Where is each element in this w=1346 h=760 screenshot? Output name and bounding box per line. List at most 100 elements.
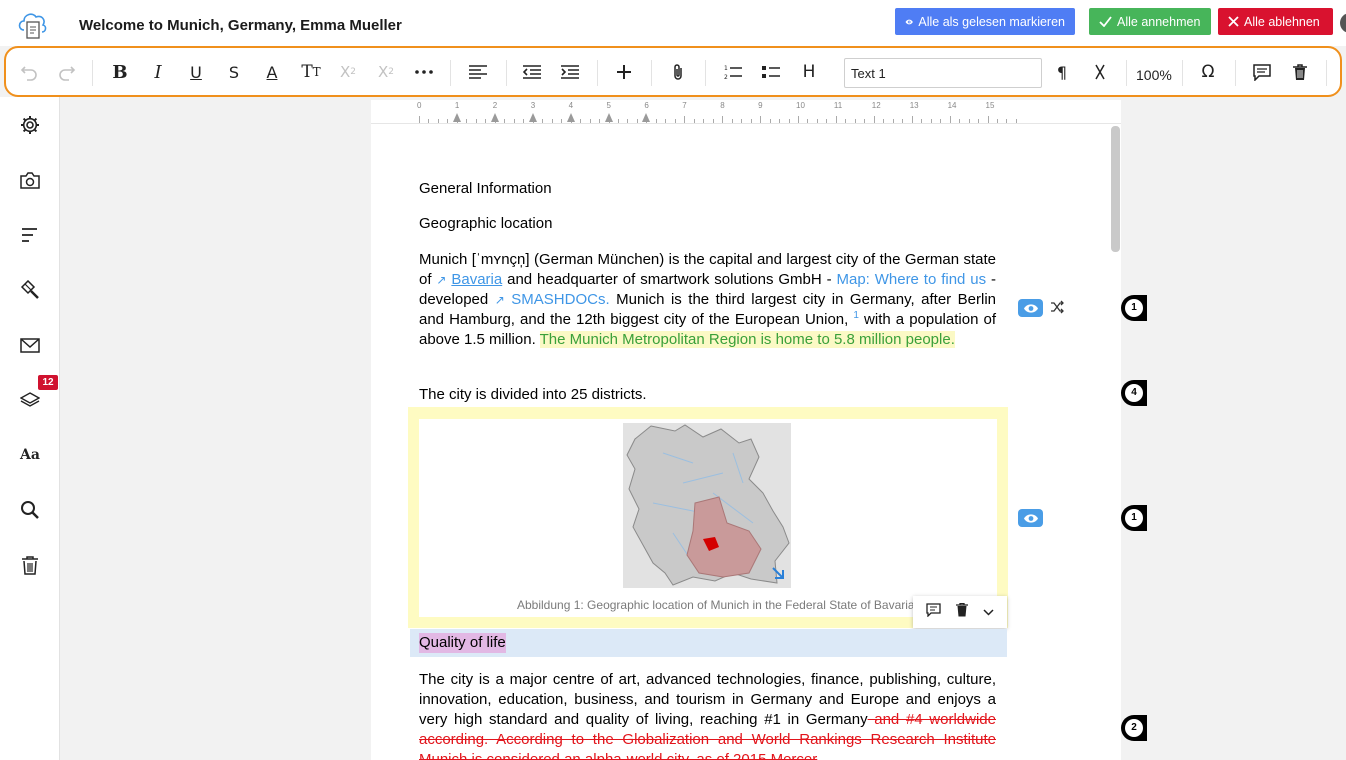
ruler-tick: [684, 116, 686, 123]
paragraph-style-select[interactable]: Text 1: [844, 58, 1042, 88]
more-icon[interactable]: [413, 60, 435, 84]
link-smashdocs[interactable]: SMASHDOCs.: [511, 291, 609, 308]
app-header: Welcome to Munich, Germany, Emma Mueller…: [0, 0, 1346, 46]
ruler-tick: [447, 119, 449, 123]
layers-count-badge: 12: [38, 375, 58, 390]
layers-icon[interactable]: [19, 389, 41, 411]
paragraph-munich-intro[interactable]: Munich [ˈmʏnçn̩] (German München) is the…: [419, 250, 996, 350]
shuffle-icon[interactable]: [1050, 300, 1064, 319]
link-map-where-to-find-us[interactable]: Map: Where to find us: [836, 271, 986, 288]
pilcrow-icon[interactable]: ¶: [1051, 60, 1073, 84]
ruler-tick: [930, 119, 932, 123]
zoom-level[interactable]: 100%: [1136, 67, 1172, 83]
trash-icon[interactable]: [19, 554, 41, 576]
reject-all-button[interactable]: Alle ablehnen: [1218, 8, 1333, 35]
ruler-tick: [788, 119, 790, 123]
underline-icon[interactable]: U: [185, 60, 207, 84]
ruler-tick: [883, 119, 885, 123]
visibility-toggle-eye-icon[interactable]: [1018, 299, 1043, 317]
tab-stop-marker[interactable]: [566, 113, 575, 122]
italic-icon[interactable]: I: [147, 60, 169, 84]
ruler-tick: [892, 119, 894, 123]
bold-icon[interactable]: B: [109, 60, 131, 84]
ruler-tick: [419, 116, 420, 123]
outline-icon[interactable]: [19, 224, 41, 246]
ruler-number: 1: [454, 101, 460, 110]
change-count-marker[interactable]: 1: [1121, 295, 1147, 321]
toolbar-divider: [506, 60, 507, 86]
subscript-icon[interactable]: X2: [375, 60, 397, 84]
typography-icon[interactable]: Aa: [19, 444, 41, 466]
avatar[interactable]: [1340, 13, 1346, 33]
eye-icon: [905, 19, 913, 24]
footnote-reference[interactable]: 1: [853, 310, 859, 321]
figure-block[interactable]: Abbildung 1: Geographic location of Muni…: [408, 407, 1008, 628]
trash-icon[interactable]: [955, 602, 968, 622]
figure-frame: Abbildung 1: Geographic location of Muni…: [419, 419, 997, 617]
bavaria-map-image[interactable]: [623, 423, 791, 588]
external-link-icon: ↗: [436, 273, 447, 287]
change-count-marker[interactable]: 2: [1121, 715, 1147, 741]
camera-icon[interactable]: [19, 169, 41, 191]
strikethrough-icon[interactable]: S: [223, 60, 245, 84]
accept-all-button[interactable]: Alle annehmen: [1089, 8, 1211, 35]
visibility-toggle-eye-icon[interactable]: [1018, 509, 1043, 527]
heading-geographic-location[interactable]: Geographic location: [419, 214, 996, 234]
ruler-number: 4: [568, 101, 574, 110]
ruler-tick: [703, 119, 705, 123]
clear-format-icon[interactable]: [1089, 60, 1111, 84]
heading-icon[interactable]: H: [798, 60, 820, 84]
toolbar-divider: [651, 60, 652, 86]
tab-stop-marker[interactable]: [604, 113, 613, 122]
ruler-tick: [959, 119, 961, 123]
ruler-tick: [475, 119, 477, 123]
inserted-text[interactable]: The Munich Metropolitan Region is home t…: [539, 331, 955, 348]
font-size-icon[interactable]: TT: [299, 60, 323, 84]
paragraph-districts[interactable]: The city is divided into 25 districts.: [419, 385, 996, 405]
superscript-icon[interactable]: X2: [337, 60, 359, 84]
heading-quality-of-life-block[interactable]: Quality of life: [410, 629, 1007, 657]
paint-brush-icon[interactable]: [19, 279, 41, 301]
bullet-list-icon[interactable]: [760, 60, 782, 84]
gear-icon[interactable]: [19, 114, 41, 136]
figure-caption: Abbildung 1: Geographic location of Muni…: [517, 598, 915, 612]
trash-icon[interactable]: [1289, 60, 1311, 84]
paragraph-quality[interactable]: The city is a major centre of art, advan…: [419, 670, 996, 760]
omega-icon[interactable]: Ω: [1197, 60, 1219, 84]
comment-icon[interactable]: [926, 602, 941, 622]
chevron-down-icon[interactable]: [983, 603, 994, 621]
mark-all-read-button[interactable]: Alle als gelesen markieren: [895, 8, 1075, 35]
change-count-marker[interactable]: 4: [1121, 380, 1147, 406]
ruler-tick: [542, 119, 544, 123]
ruler-tick: [523, 119, 525, 123]
align-left-icon[interactable]: [467, 60, 489, 84]
redo-icon[interactable]: [56, 60, 78, 84]
ruler-tick: [750, 119, 752, 123]
tab-stop-marker[interactable]: [528, 113, 537, 122]
toolbar-divider: [705, 60, 706, 86]
tab-stop-marker[interactable]: [642, 113, 651, 122]
change-count-marker[interactable]: 1: [1121, 505, 1147, 531]
cloud-document-logo-icon[interactable]: [16, 8, 50, 40]
indent-icon[interactable]: [559, 60, 581, 84]
document-scrollbar[interactable]: [1111, 126, 1120, 252]
insert-icon[interactable]: [613, 60, 635, 84]
mail-icon[interactable]: [19, 334, 41, 356]
outdent-icon[interactable]: [521, 60, 543, 84]
ruler-number: 10: [796, 101, 805, 110]
accept-all-label: Alle annehmen: [1117, 14, 1201, 29]
ruler-tick: [428, 119, 430, 123]
ruler-tick: [561, 119, 563, 123]
ruler-number: 5: [606, 101, 611, 110]
search-icon[interactable]: [19, 499, 41, 521]
link-bavaria[interactable]: Bavaria: [451, 271, 502, 288]
font-color-icon[interactable]: A: [261, 60, 283, 84]
comment-icon[interactable]: [1251, 60, 1273, 84]
numbered-list-icon[interactable]: 12: [722, 60, 744, 84]
undo-icon[interactable]: [18, 60, 40, 84]
heading-general-information[interactable]: General Information: [419, 179, 996, 199]
ruler-tick: [902, 119, 904, 123]
attachment-icon[interactable]: [667, 60, 689, 84]
tab-stop-marker[interactable]: [490, 113, 499, 122]
tab-stop-marker[interactable]: [452, 113, 461, 122]
